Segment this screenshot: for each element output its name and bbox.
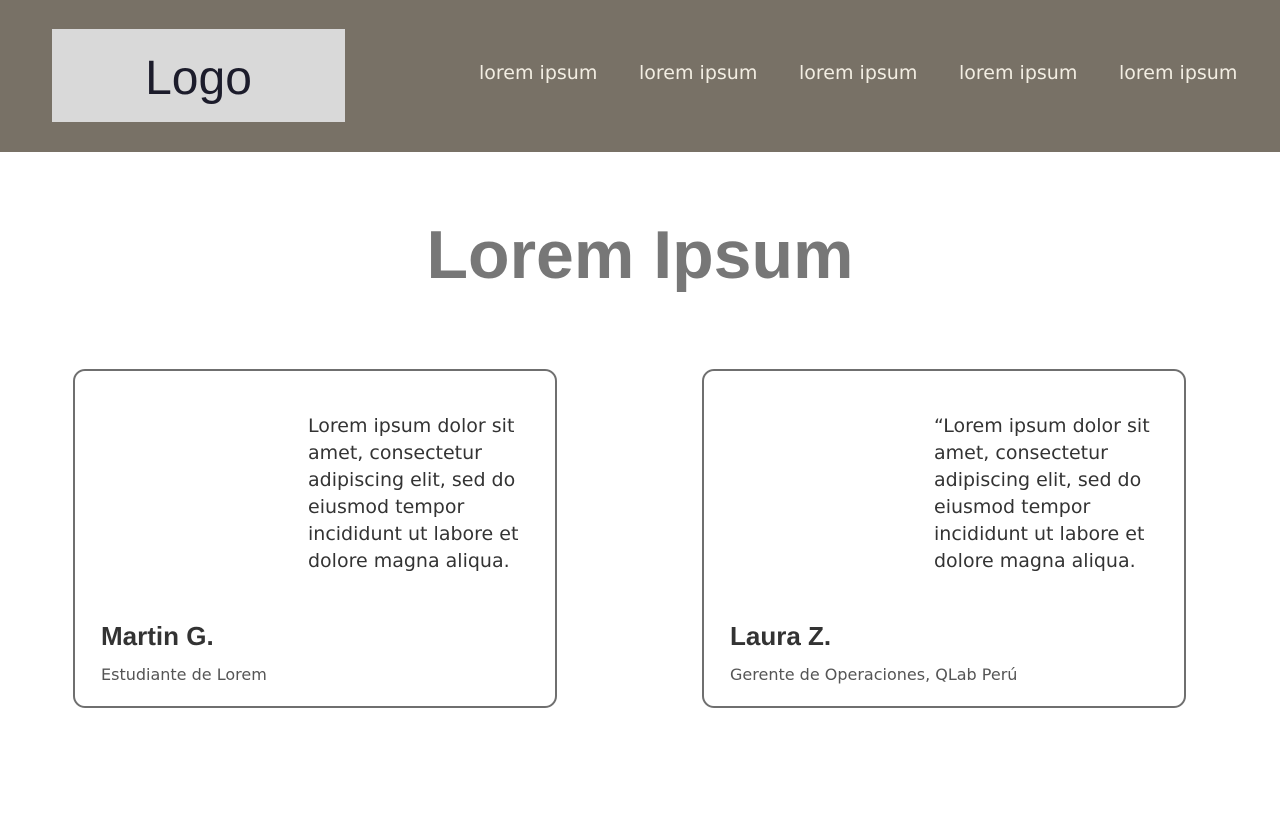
section-title: Lorem Ipsum — [426, 217, 854, 293]
testimonial-card: “Lorem ipsum dolor sit amet, consectetur… — [702, 369, 1186, 708]
testimonial-name: Laura Z. — [730, 621, 832, 651]
testimonial-card: Lorem ipsum dolor sit amet, consectetur … — [73, 369, 557, 708]
main-nav: lorem ipsum lorem ipsum lorem ipsum lore… — [0, 62, 1280, 90]
nav-link-3[interactable]: lorem ipsum — [799, 62, 917, 84]
nav-link-1[interactable]: lorem ipsum — [479, 62, 597, 84]
testimonial-name: Martin G. — [101, 621, 214, 651]
testimonial-quote: “Lorem ipsum dolor sit amet, consectetur… — [934, 415, 1150, 572]
nav-link-5[interactable]: lorem ipsum — [1119, 62, 1237, 84]
testimonial-quote: Lorem ipsum dolor sit amet, consectetur … — [308, 415, 519, 572]
nav-link-2[interactable]: lorem ipsum — [639, 62, 757, 84]
site-header: Logo lorem ipsum lorem ipsum lorem ipsum… — [0, 0, 1280, 152]
testimonial-role: Gerente de Operaciones, QLab Perú — [730, 665, 1018, 684]
testimonial-role: Estudiante de Lorem — [101, 665, 267, 684]
nav-link-4[interactable]: lorem ipsum — [959, 62, 1077, 84]
